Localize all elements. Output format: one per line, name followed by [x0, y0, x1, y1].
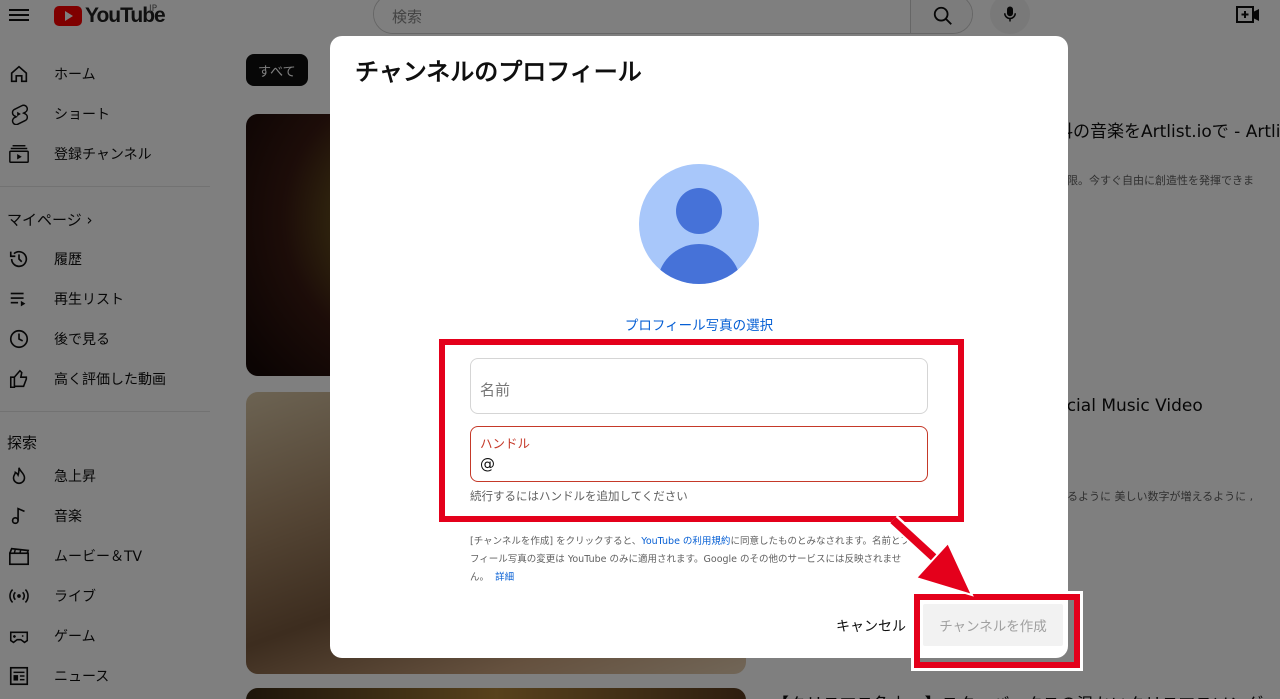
terms-of-service-link[interactable]: YouTube の利用規約 — [641, 536, 730, 547]
annotation-highlight-form — [439, 339, 964, 522]
select-profile-photo-link[interactable]: プロフィール写真の選択 — [330, 314, 1068, 334]
avatar-head — [676, 188, 722, 234]
details-link[interactable]: 詳細 — [495, 572, 514, 583]
cancel-button[interactable]: キャンセル — [836, 616, 906, 636]
terms-notice: [チャンネルを作成] をクリックすると、YouTube の利用規約に同意したもの… — [470, 533, 920, 587]
avatar-placeholder-icon[interactable] — [639, 164, 759, 284]
terms-text: [チャンネルを作成] をクリックすると、 — [470, 536, 642, 547]
select-profile-photo-label: プロフィール写真の選択 — [624, 318, 774, 334]
dialog-title: チャンネルのプロフィール — [355, 58, 642, 86]
avatar-body — [657, 244, 741, 284]
annotation-highlight-button — [914, 594, 1080, 668]
